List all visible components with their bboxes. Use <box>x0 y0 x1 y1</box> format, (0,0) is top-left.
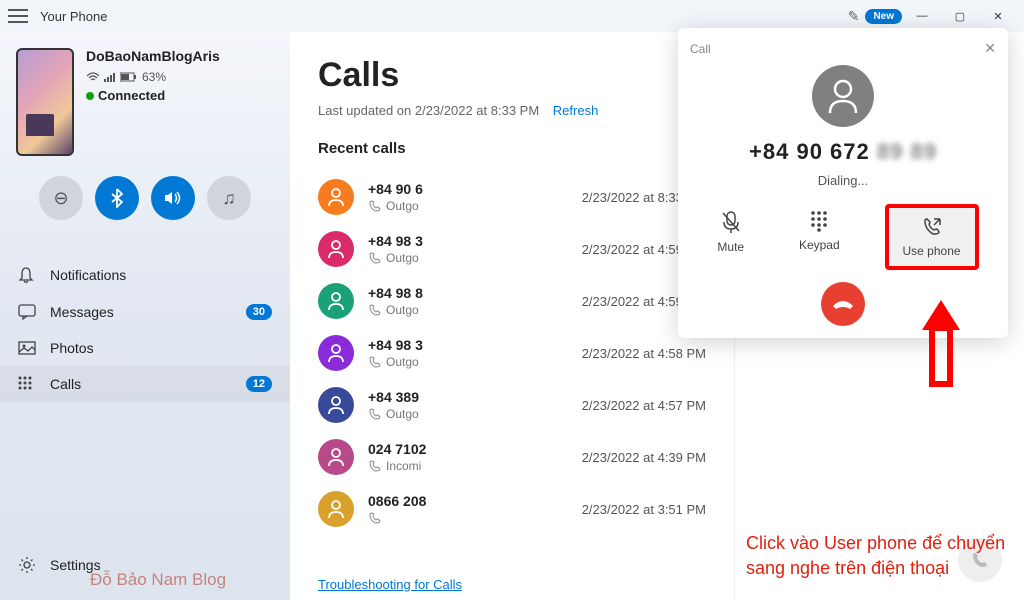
call-avatar <box>318 491 354 527</box>
annotation-arrow <box>916 298 966 388</box>
close-button[interactable]: ✕ <box>980 2 1016 30</box>
call-overlay: Call ✕ +84 90 672 89 89 Dialing... Mute … <box>678 28 1008 338</box>
bell-icon <box>18 266 36 284</box>
overlay-title: Call <box>690 42 711 56</box>
gear-icon <box>18 556 36 574</box>
call-avatar <box>318 387 354 423</box>
nav-notifications[interactable]: Notifications <box>0 256 290 294</box>
last-updated: Last updated on 2/23/2022 at 8:33 PM <box>318 103 539 118</box>
phone-name: DoBaoNamBlogAris <box>86 48 274 64</box>
recent-calls-header: Recent calls <box>318 140 706 157</box>
connected-label: Connected <box>98 88 165 103</box>
call-number: 0866 208 <box>368 493 568 509</box>
chat-icon <box>18 304 36 320</box>
call-type: Incomi <box>368 459 568 473</box>
nav-label: Messages <box>50 304 114 320</box>
annotation-text: Click vào User phone để chuyển sang nghe… <box>746 531 1006 580</box>
dnd-button[interactable]: ⊖ <box>39 176 83 220</box>
maximize-button[interactable]: ▢ <box>942 2 978 30</box>
call-type <box>368 511 568 525</box>
messages-badge: 30 <box>246 304 272 320</box>
call-row[interactable]: +84 98 3 Outgo 2/23/2022 at 4:58 PM <box>318 327 706 379</box>
call-avatar <box>318 231 354 267</box>
call-avatar <box>318 439 354 475</box>
nav-calls[interactable]: Calls 12 <box>0 366 290 402</box>
battery-pct: 63% <box>142 70 166 84</box>
call-time: 2/23/2022 at 4:58 PM <box>582 346 706 361</box>
call-avatar <box>318 179 354 215</box>
call-number: +84 98 3 <box>368 233 568 249</box>
troubleshoot-link[interactable]: Troubleshooting for Calls <box>318 577 462 592</box>
keypad-button[interactable]: Keypad <box>789 204 850 258</box>
volume-button[interactable] <box>151 176 195 220</box>
call-row[interactable]: +84 389 Outgo 2/23/2022 at 4:57 PM <box>318 379 706 431</box>
nav-messages[interactable]: Messages 30 <box>0 294 290 330</box>
battery-icon <box>120 72 138 82</box>
calling-number: +84 90 672 89 89 <box>690 139 996 165</box>
wifi-icon <box>86 72 100 82</box>
end-call-button[interactable] <box>821 282 865 326</box>
call-row[interactable]: 024 7102 Incomi 2/23/2022 at 4:39 PM <box>318 431 706 483</box>
call-number: +84 90 6 <box>368 181 568 197</box>
call-number: +84 98 3 <box>368 337 568 353</box>
call-type: Outgo <box>368 407 568 421</box>
signal-icon <box>104 72 116 82</box>
minimize-button[interactable]: — <box>904 2 940 30</box>
dialpad-icon <box>18 376 36 392</box>
call-time: 2/23/2022 at 3:51 PM <box>582 502 706 517</box>
call-type: Outgo <box>368 199 568 213</box>
page-title: Calls <box>318 56 706 95</box>
nav-label: Calls <box>50 376 81 392</box>
call-type: Outgo <box>368 355 568 369</box>
call-row[interactable]: +84 90 6Outgo 2/23/2022 at 8:33 PM <box>318 171 706 223</box>
phone-thumbnail <box>16 48 74 156</box>
calls-badge: 12 <box>246 376 272 392</box>
caller-avatar <box>812 65 874 127</box>
call-row[interactable]: +84 98 8Outgo 2/23/2022 at 4:59 PM <box>318 275 706 327</box>
call-row[interactable]: +84 98 3Outgo 2/23/2022 at 4:59 PM <box>318 223 706 275</box>
pen-icon[interactable]: ✎ <box>848 8 860 25</box>
photo-icon <box>18 341 36 355</box>
mute-button[interactable]: Mute <box>707 204 754 260</box>
overlay-close[interactable]: ✕ <box>984 40 996 57</box>
call-number: 024 7102 <box>368 441 568 457</box>
call-avatar <box>318 283 354 319</box>
call-time: 2/23/2022 at 4:57 PM <box>582 398 706 413</box>
refresh-link[interactable]: Refresh <box>553 103 599 118</box>
nav-label: Photos <box>50 340 94 356</box>
call-status: Dialing... <box>690 173 996 188</box>
music-button[interactable]: ♫ <box>207 176 251 220</box>
call-type: Outgo <box>368 251 568 265</box>
call-row[interactable]: 0866 208 2/23/2022 at 3:51 PM <box>318 483 706 535</box>
call-avatar <box>318 335 354 371</box>
status-dot <box>86 92 94 100</box>
hamburger-menu[interactable] <box>8 9 28 23</box>
call-type: Outgo <box>368 303 568 317</box>
app-title: Your Phone <box>40 9 107 24</box>
bluetooth-button[interactable] <box>95 176 139 220</box>
call-number: +84 98 8 <box>368 285 568 301</box>
phone-status-line: 63% <box>86 70 274 84</box>
new-badge[interactable]: New <box>865 9 902 24</box>
call-number: +84 389 <box>368 389 568 405</box>
nav-label: Notifications <box>50 267 126 283</box>
nav-photos[interactable]: Photos <box>0 330 290 366</box>
use-phone-button[interactable]: Use phone <box>885 204 979 270</box>
watermark: Đỗ Bảo Nam Blog <box>90 570 226 590</box>
call-time: 2/23/2022 at 4:39 PM <box>582 450 706 465</box>
